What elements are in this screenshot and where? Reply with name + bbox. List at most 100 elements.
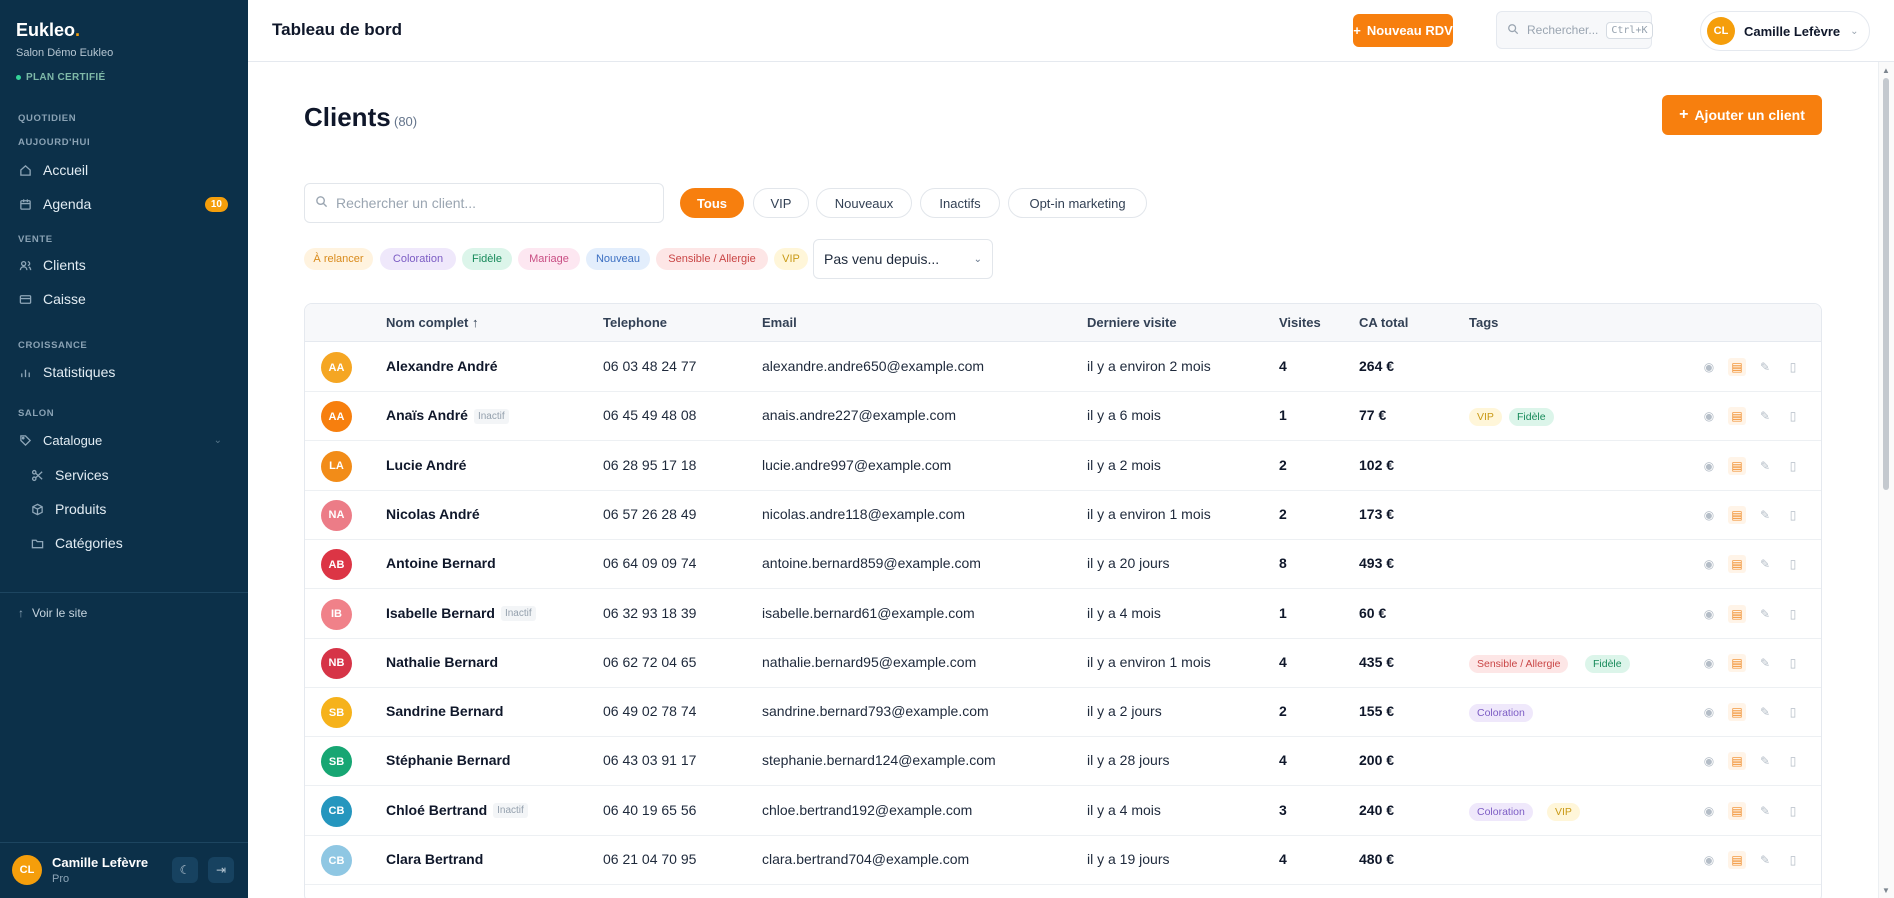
- tag-filter-relancer[interactable]: À relancer: [304, 248, 373, 270]
- tag-filter-coloration[interactable]: Coloration: [380, 248, 456, 270]
- edit-icon[interactable]: ✎: [1756, 654, 1774, 672]
- sidebar-item-agenda[interactable]: Agenda 10: [10, 189, 236, 219]
- table-row[interactable]: SB Stéphanie Bernard 06 43 03 91 17 stephan…: [305, 737, 1821, 787]
- logout-button[interactable]: ⇥: [208, 857, 234, 883]
- theme-toggle-button[interactable]: ☾: [172, 857, 198, 883]
- table-row[interactable]: CB Chloé Bertrand Inactif 06 40 19 65 56 chl…: [305, 787, 1821, 836]
- edit-icon[interactable]: ✎: [1756, 555, 1774, 573]
- note-icon[interactable]: ▤: [1728, 456, 1746, 475]
- edit-icon[interactable]: ✎: [1756, 407, 1774, 425]
- avatar[interactable]: CL: [12, 855, 42, 885]
- edit-icon[interactable]: ✎: [1756, 605, 1774, 623]
- table-row[interactable]: NA Nicolas André 06 57 26 28 49 nicolas.and…: [305, 491, 1821, 540]
- document-icon[interactable]: ▯: [1784, 457, 1802, 475]
- filter-inactifs[interactable]: Inactifs: [920, 188, 1000, 218]
- add-client-button[interactable]: + Ajouter un client: [1662, 95, 1822, 135]
- table-row[interactable]: LA Lucie André 06 28 95 17 18 lucie.andre99…: [305, 442, 1821, 491]
- client-name[interactable]: Stéphanie Bernard: [386, 752, 510, 768]
- document-icon[interactable]: ▯: [1784, 506, 1802, 524]
- client-name[interactable]: Isabelle Bernard Inactif: [386, 605, 536, 622]
- brand-logo[interactable]: Eukleo.: [16, 20, 80, 41]
- new-rdv-button[interactable]: + Nouveau RDV: [1353, 14, 1453, 47]
- document-icon[interactable]: ▯: [1784, 703, 1802, 721]
- client-name[interactable]: Clara Bertrand: [386, 851, 483, 867]
- col-name[interactable]: Nom complet ↑: [386, 315, 478, 330]
- view-icon[interactable]: ◉: [1700, 605, 1718, 623]
- client-name[interactable]: Antoine Bernard: [386, 555, 496, 571]
- col-visits[interactable]: Visites: [1279, 315, 1321, 330]
- view-icon[interactable]: ◉: [1700, 407, 1718, 425]
- edit-icon[interactable]: ✎: [1756, 506, 1774, 524]
- col-email[interactable]: Email: [762, 315, 797, 330]
- client-name[interactable]: Nathalie Bernard: [386, 654, 498, 670]
- edit-icon[interactable]: ✎: [1756, 457, 1774, 475]
- view-icon[interactable]: ◉: [1700, 802, 1718, 820]
- scroll-down-icon[interactable]: ▼: [1880, 886, 1892, 896]
- table-row[interactable]: AB Antoine Bernard 06 64 09 09 74 antoine.b…: [305, 540, 1821, 590]
- edit-icon[interactable]: ✎: [1756, 752, 1774, 770]
- last-visit-select[interactable]: Pas venu depuis... ⌄: [813, 239, 993, 279]
- table-row[interactable]: AA Alexandre André 06 03 48 24 77 alexandre…: [305, 343, 1821, 392]
- document-icon[interactable]: ▯: [1784, 358, 1802, 376]
- note-icon[interactable]: ▤: [1728, 604, 1746, 623]
- edit-icon[interactable]: ✎: [1756, 802, 1774, 820]
- sidebar-item-categories[interactable]: Catégories: [22, 528, 236, 558]
- user-menu[interactable]: CL Camille Lefèvre ⌄: [1700, 11, 1870, 51]
- sidebar-item-produits[interactable]: Produits: [22, 494, 236, 524]
- sidebar-item-catalogue[interactable]: Catalogue ⌄: [10, 425, 236, 455]
- document-icon[interactable]: ▯: [1784, 654, 1802, 672]
- view-icon[interactable]: ◉: [1700, 358, 1718, 376]
- view-icon[interactable]: ◉: [1700, 506, 1718, 524]
- note-icon[interactable]: ▤: [1728, 505, 1746, 524]
- col-last-visit[interactable]: Derniere visite: [1087, 315, 1177, 330]
- view-icon[interactable]: ◉: [1700, 703, 1718, 721]
- note-icon[interactable]: ▤: [1728, 752, 1746, 771]
- note-icon[interactable]: ▤: [1728, 851, 1746, 869]
- tag-filter-sensible[interactable]: Sensible / Allergie: [656, 248, 768, 270]
- view-icon[interactable]: ◉: [1700, 851, 1718, 869]
- client-name[interactable]: Sandrine Bernard: [386, 703, 503, 719]
- client-name[interactable]: Chloé Bertrand Inactif: [386, 802, 528, 819]
- filter-nouveaux[interactable]: Nouveaux: [816, 188, 912, 218]
- client-name[interactable]: Alexandre André: [386, 358, 498, 374]
- note-icon[interactable]: ▤: [1728, 653, 1746, 672]
- table-row[interactable]: AA Anaïs André Inactif 06 45 49 48 08 anais.…: [305, 392, 1821, 442]
- table-row[interactable]: IB Isabelle Bernard Inactif 06 32 93 18 39 i…: [305, 590, 1821, 639]
- document-icon[interactable]: ▯: [1784, 555, 1802, 573]
- document-icon[interactable]: ▯: [1784, 605, 1802, 623]
- client-search-input[interactable]: Rechercher un client...: [304, 183, 664, 223]
- voir-site-link[interactable]: ↑ Voir le site: [18, 606, 87, 620]
- client-name[interactable]: Nicolas André: [386, 506, 480, 522]
- col-ca[interactable]: CA total: [1359, 315, 1408, 330]
- table-row[interactable]: NB Nathalie Bernard 06 62 72 04 65 nathalie…: [305, 639, 1821, 688]
- scroll-up-icon[interactable]: ▲: [1880, 66, 1892, 76]
- client-name[interactable]: Lucie André: [386, 457, 466, 473]
- note-icon[interactable]: ▤: [1728, 801, 1746, 820]
- sidebar-item-statistiques[interactable]: Statistiques: [10, 357, 236, 387]
- note-icon[interactable]: ▤: [1728, 703, 1746, 722]
- filter-opt-in[interactable]: Opt-in marketing: [1008, 188, 1147, 218]
- sidebar-item-clients[interactable]: Clients: [10, 250, 236, 280]
- sidebar-item-services[interactable]: Services: [22, 460, 236, 490]
- tag-filter-nouveau[interactable]: Nouveau: [586, 248, 650, 270]
- document-icon[interactable]: ▯: [1784, 802, 1802, 820]
- edit-icon[interactable]: ✎: [1756, 703, 1774, 721]
- note-icon[interactable]: ▤: [1728, 407, 1746, 426]
- tag-filter-mariage[interactable]: Mariage: [518, 248, 580, 270]
- edit-icon[interactable]: ✎: [1756, 358, 1774, 376]
- client-name[interactable]: Anaïs André Inactif: [386, 407, 509, 425]
- edit-icon[interactable]: ✎: [1756, 851, 1774, 869]
- view-icon[interactable]: ◉: [1700, 457, 1718, 475]
- col-phone[interactable]: Telephone: [603, 315, 667, 330]
- global-search[interactable]: Rechercher... Ctrl+K: [1496, 11, 1653, 49]
- view-icon[interactable]: ◉: [1700, 654, 1718, 672]
- table-row[interactable]: SB Sandrine Bernard 06 49 02 78 74 sandrine…: [305, 688, 1821, 738]
- document-icon[interactable]: ▯: [1784, 752, 1802, 770]
- tag-filter-fidele[interactable]: Fidèle: [462, 248, 512, 270]
- document-icon[interactable]: ▯: [1784, 407, 1802, 425]
- scrollbar-thumb[interactable]: [1883, 78, 1889, 490]
- document-icon[interactable]: ▯: [1784, 851, 1802, 869]
- sidebar-item-accueil[interactable]: Accueil: [10, 155, 236, 185]
- filter-tous[interactable]: Tous: [680, 188, 744, 218]
- view-icon[interactable]: ◉: [1700, 555, 1718, 573]
